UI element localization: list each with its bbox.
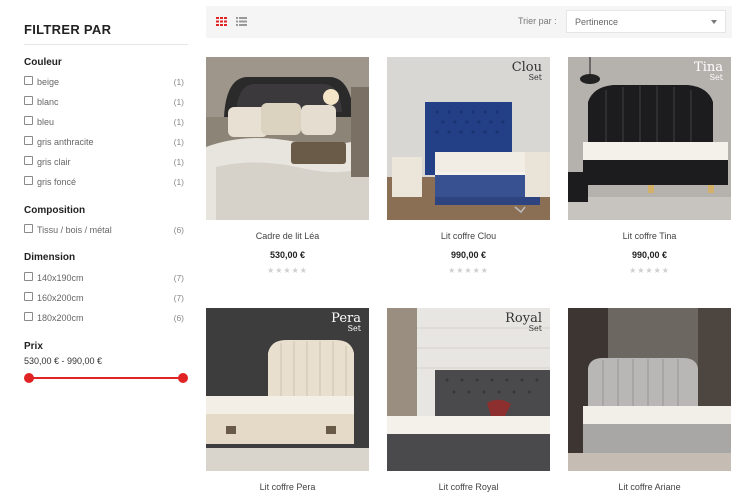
filter-option-count: (1) bbox=[173, 97, 184, 107]
filter-option-label: 140x190cm bbox=[37, 273, 84, 283]
grid-icon[interactable] bbox=[216, 17, 227, 26]
product-rating-stars: ★★★★★ bbox=[267, 266, 308, 275]
product-name[interactable]: Lit coffre Tina bbox=[568, 231, 731, 241]
filter-option-blanc[interactable]: blanc (1) bbox=[24, 95, 184, 109]
checkbox[interactable] bbox=[24, 176, 33, 185]
list-icon[interactable] bbox=[236, 17, 247, 26]
filter-option-gris-clair[interactable]: gris clair (1) bbox=[24, 155, 184, 169]
product-name[interactable]: Cadre de lit Léa bbox=[206, 231, 369, 241]
filter-option-label: gris anthracite bbox=[37, 137, 94, 147]
filter-option-label: gris clair bbox=[37, 157, 71, 167]
product-image[interactable]: Clou Set bbox=[387, 57, 550, 220]
price-range-text: 530,00 € - 990,00 € bbox=[24, 356, 103, 366]
checkbox[interactable] bbox=[24, 76, 33, 85]
product-set-badge: Royal Set bbox=[505, 312, 542, 333]
filter-option-label: Tissu / bois / métal bbox=[37, 225, 112, 235]
filter-option-count: (1) bbox=[173, 137, 184, 147]
product-set-badge: Pera Set bbox=[331, 312, 361, 333]
set-badge-sub: Set bbox=[528, 324, 542, 333]
product-image[interactable] bbox=[206, 57, 369, 220]
checkbox[interactable] bbox=[24, 156, 33, 165]
checkbox[interactable] bbox=[24, 116, 33, 125]
filter-option-count: (6) bbox=[173, 225, 184, 235]
product-card: Cadre de lit Léa 530,00 € ★★★★★ bbox=[206, 57, 369, 275]
product-name[interactable]: Lit coffre Clou bbox=[387, 231, 550, 241]
filter-option-label: beige bbox=[37, 77, 60, 87]
filter-option-count: (1) bbox=[173, 117, 184, 127]
checkbox[interactable] bbox=[24, 292, 33, 301]
filter-option-count: (7) bbox=[173, 293, 184, 303]
set-badge-sub: Set bbox=[528, 73, 542, 82]
filter-option-count: (1) bbox=[173, 177, 184, 187]
price-slider-track[interactable] bbox=[29, 377, 183, 379]
filter-group-title-composition: Composition bbox=[24, 205, 86, 216]
checkbox[interactable] bbox=[24, 136, 33, 145]
chevron-down-icon bbox=[711, 19, 717, 24]
filter-option-label: 160x200cm bbox=[37, 293, 84, 303]
filter-option-beige[interactable]: beige (1) bbox=[24, 75, 184, 89]
product-toolbar: Trier par : Pertinence bbox=[206, 6, 732, 38]
product-rating-stars: ★★★★★ bbox=[629, 266, 670, 275]
filter-option-gris-fonce[interactable]: gris foncé (1) bbox=[24, 175, 184, 189]
product-rating-stars: ★★★★★ bbox=[448, 266, 489, 275]
product-name[interactable]: Lit coffre Royal bbox=[387, 482, 550, 492]
price-slider-max-handle[interactable] bbox=[178, 373, 188, 383]
filter-option-count: (6) bbox=[173, 313, 184, 323]
product-image[interactable]: Royal Set bbox=[387, 308, 550, 471]
filter-option-count: (1) bbox=[173, 77, 184, 87]
filter-option-label: gris foncé bbox=[37, 177, 77, 187]
filter-group-title-dimension: Dimension bbox=[24, 252, 76, 263]
product-image[interactable] bbox=[568, 308, 731, 471]
filter-option-gris-anthracite[interactable]: gris anthracite (1) bbox=[24, 135, 184, 149]
filter-group-title-prix: Prix bbox=[24, 341, 43, 352]
product-card: Clou Set Lit coffre Clou 990,00 € ★★★★★ bbox=[387, 57, 550, 275]
filter-title: FILTRER PAR bbox=[24, 22, 112, 37]
checkbox[interactable] bbox=[24, 312, 33, 321]
product-card: Tina Set Lit coffre Tina 990,00 € ★★★★★ bbox=[568, 57, 731, 275]
filter-option-tissu-bois-metal[interactable]: Tissu / bois / métal (6) bbox=[24, 223, 184, 237]
product-set-badge: Clou Set bbox=[512, 61, 542, 82]
product-card: Lit coffre Ariane bbox=[568, 308, 731, 492]
filter-option-bleu[interactable]: bleu (1) bbox=[24, 115, 184, 129]
price-slider-min-handle[interactable] bbox=[24, 373, 34, 383]
filter-divider bbox=[24, 44, 188, 45]
set-badge-sub: Set bbox=[347, 324, 361, 333]
checkbox[interactable] bbox=[24, 272, 33, 281]
product-price: 530,00 € bbox=[269, 250, 306, 260]
checkbox[interactable] bbox=[24, 96, 33, 105]
sort-label: Trier par : bbox=[518, 16, 557, 26]
sort-select[interactable]: Pertinence bbox=[566, 10, 726, 33]
filter-group-title-couleur: Couleur bbox=[24, 57, 62, 68]
filter-option-label: blanc bbox=[37, 97, 59, 107]
checkbox[interactable] bbox=[24, 224, 33, 233]
product-name[interactable]: Lit coffre Ariane bbox=[568, 482, 731, 492]
filter-option-label: 180x200cm bbox=[37, 313, 84, 323]
filter-option-180x200[interactable]: 180x200cm (6) bbox=[24, 311, 184, 325]
filter-option-count: (7) bbox=[173, 273, 184, 283]
sort-selected-value: Pertinence bbox=[575, 16, 619, 27]
filter-option-count: (1) bbox=[173, 157, 184, 167]
product-name[interactable]: Lit coffre Pera bbox=[206, 482, 369, 492]
product-price: 990,00 € bbox=[450, 250, 487, 260]
product-image[interactable]: Tina Set bbox=[568, 57, 731, 220]
product-card: Pera Set Lit coffre Pera bbox=[206, 308, 369, 492]
product-price: 990,00 € bbox=[631, 250, 668, 260]
filter-option-160x200[interactable]: 160x200cm (7) bbox=[24, 291, 184, 305]
set-badge-sub: Set bbox=[709, 73, 723, 82]
product-image[interactable]: Pera Set bbox=[206, 308, 369, 471]
product-card: Royal Set Lit coffre Royal bbox=[387, 308, 550, 492]
filter-option-label: bleu bbox=[37, 117, 55, 127]
filter-option-140x190[interactable]: 140x190cm (7) bbox=[24, 271, 184, 285]
product-set-badge: Tina Set bbox=[694, 61, 723, 82]
